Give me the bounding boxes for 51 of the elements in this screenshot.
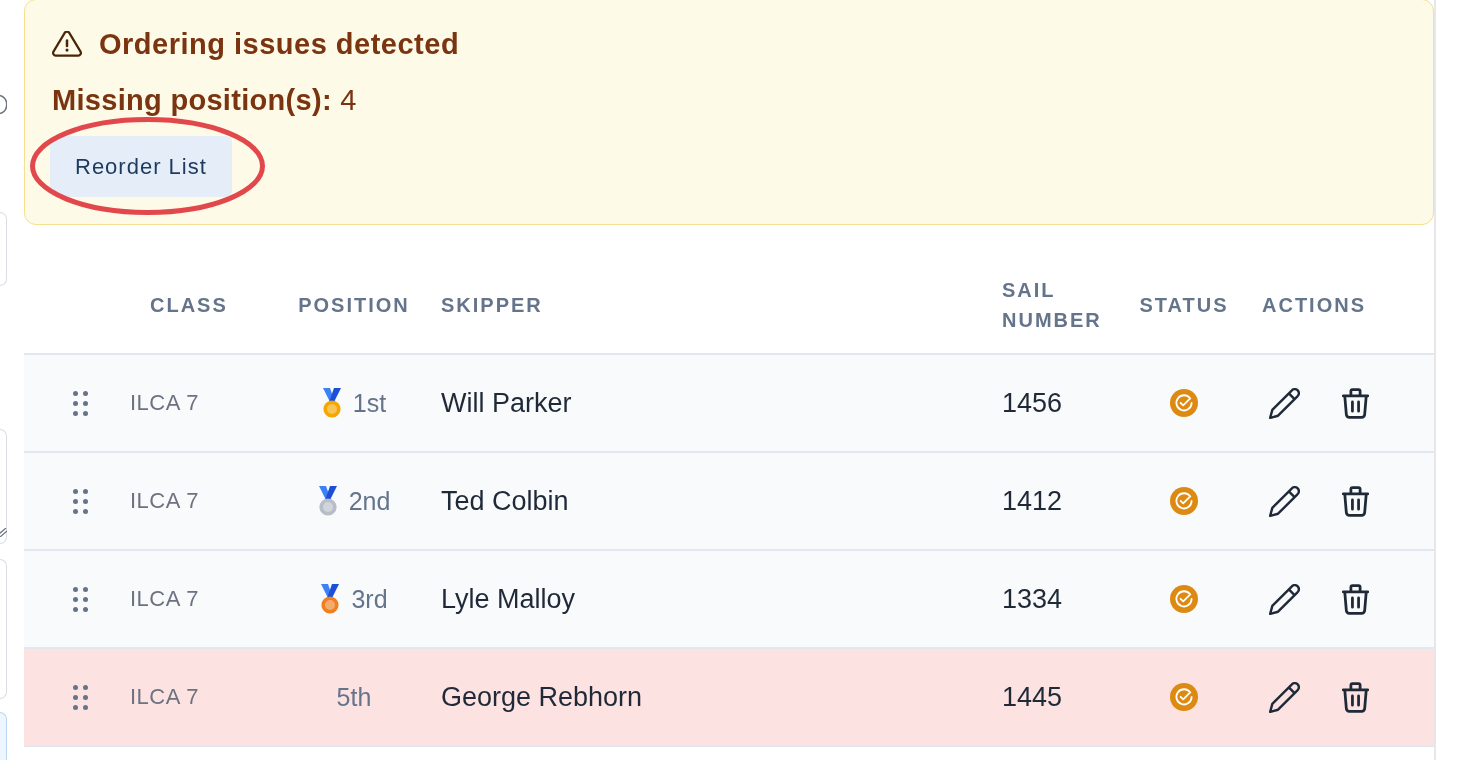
delete-button[interactable]	[1342, 583, 1369, 615]
pencil-icon	[1269, 681, 1300, 713]
edit-button[interactable]	[1269, 681, 1300, 713]
trash-icon	[1342, 583, 1369, 615]
edit-button[interactable]	[1269, 387, 1300, 419]
edit-button[interactable]	[1269, 485, 1300, 517]
trash-icon	[1342, 387, 1369, 419]
table-cell: Lyle Malloy	[441, 583, 576, 614]
drag-handle-icon[interactable]	[73, 390, 88, 416]
drag-handle-icon[interactable]	[73, 586, 88, 612]
delete-button[interactable]	[1342, 387, 1369, 419]
resize-grip-icon[interactable]	[0, 528, 7, 537]
edit-button[interactable]	[1269, 583, 1300, 615]
table-cell: ILCA 7	[130, 684, 200, 709]
reorder-button[interactable]: Reorder List	[50, 136, 232, 197]
table-cell: 1412	[1002, 485, 1063, 516]
trash-icon	[1342, 485, 1369, 517]
table-cell: 1445	[1002, 681, 1063, 712]
table-cell: Ted Colbin	[441, 485, 569, 516]
table-cell: ILCA 7	[130, 390, 200, 415]
alert-message: Missing position(s): 4	[52, 84, 357, 116]
column-header: POSITION	[298, 293, 410, 318]
input-field[interactable]	[0, 212, 7, 286]
pencil-icon	[1269, 485, 1300, 517]
input-field[interactable]	[0, 712, 7, 760]
drag-handle-icon[interactable]	[73, 488, 88, 514]
column-header: SAIL NUMBER	[1002, 278, 1102, 333]
column-header: ACTIONS	[1262, 293, 1366, 318]
delete-button[interactable]	[1342, 485, 1369, 517]
table-cell: 3rd	[351, 584, 388, 614]
delete-button[interactable]	[1342, 681, 1369, 713]
table-cell: George Rebhorn	[441, 681, 643, 712]
column-header: STATUS	[1139, 293, 1229, 318]
trash-icon	[1342, 681, 1369, 713]
table-cell: 1456	[1002, 387, 1063, 418]
table-cell: 1334	[1002, 583, 1063, 614]
pencil-icon	[1269, 387, 1300, 419]
drag-handle-icon[interactable]	[73, 684, 88, 710]
table-cell: ILCA 7	[130, 488, 200, 513]
column-header: SKIPPER	[441, 293, 543, 318]
alert-title: Ordering issues detected	[99, 28, 460, 60]
table-cell: 2nd	[348, 486, 391, 516]
table-cell: Will Parker	[441, 387, 572, 418]
warning-icon	[52, 31, 82, 57]
text-area-field[interactable]	[0, 429, 7, 544]
column-header: CLASS	[150, 293, 228, 318]
table-cell: 5th	[336, 682, 372, 712]
pencil-icon	[1269, 583, 1300, 615]
text-area-field[interactable]	[0, 559, 7, 699]
table-cell: 1st	[352, 388, 387, 418]
table-cell: ILCA 7	[130, 586, 200, 611]
